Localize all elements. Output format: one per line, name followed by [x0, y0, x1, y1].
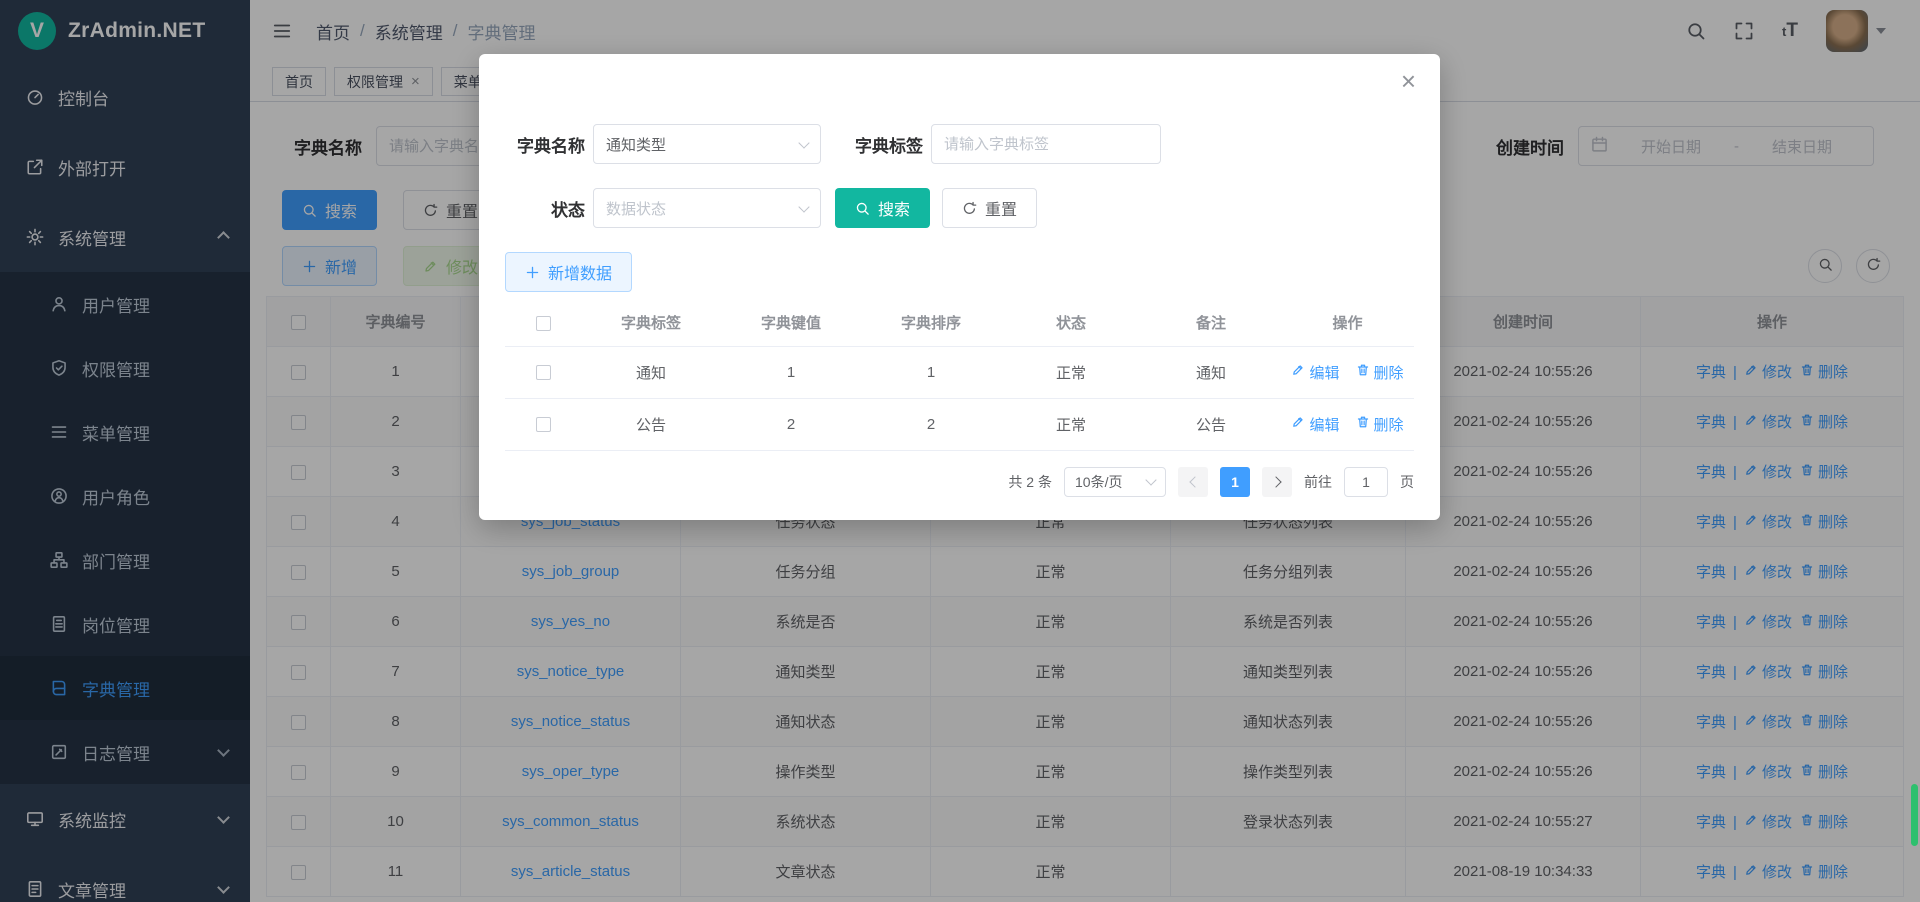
modal-reset-button[interactable]: 重置	[942, 188, 1037, 228]
label-cell: 通知	[581, 346, 721, 398]
dict-label-input[interactable]	[931, 124, 1161, 164]
chevron-down-icon	[798, 201, 809, 212]
edit-row-link[interactable]: 编辑	[1291, 414, 1339, 435]
actions-cell: 编辑删除	[1281, 398, 1414, 450]
button-label: 重置	[985, 196, 1017, 220]
modal-table-row: 公告 2 2 正常 公告 编辑删除	[505, 398, 1414, 450]
plus-icon	[525, 265, 540, 280]
actions-cell: 编辑删除	[1281, 346, 1414, 398]
column-header: 操作	[1281, 300, 1414, 346]
modal-status-label: 状态	[505, 196, 585, 221]
modal-filter-row-1: 字典名称 通知类型 字典标签	[505, 54, 1414, 164]
modal-table-row: 通知 1 1 正常 通知 编辑删除	[505, 346, 1414, 398]
modal-search-button[interactable]: 搜索	[835, 188, 930, 228]
delete-row-link[interactable]: 删除	[1356, 414, 1404, 435]
prev-page-button[interactable]	[1178, 467, 1208, 497]
dict-name-select[interactable]: 通知类型	[593, 124, 821, 164]
trash-icon	[1356, 415, 1370, 433]
button-label: 新增数据	[548, 260, 612, 284]
remark-cell: 通知	[1141, 346, 1281, 398]
button-label: 搜索	[878, 196, 910, 220]
page-size-select[interactable]: 10条/页	[1064, 467, 1166, 497]
search-icon	[855, 201, 870, 216]
status-cell: 正常	[1001, 398, 1141, 450]
row-checkbox[interactable]	[536, 417, 551, 432]
modal-dict-name-label: 字典名称	[505, 132, 585, 157]
label-cell: 公告	[581, 398, 721, 450]
close-icon[interactable]: ×	[1401, 68, 1416, 94]
dict-data-table: 字典标签字典键值字典排序状态备注操作 通知 1 1 正常 通知 编辑删除 公告 …	[505, 300, 1414, 451]
next-page-button[interactable]	[1262, 467, 1292, 497]
edit-icon	[1291, 363, 1305, 381]
row-checkbox[interactable]	[536, 365, 551, 380]
total-count: 共 2 条	[1008, 472, 1052, 492]
current-page[interactable]: 1	[1220, 467, 1250, 497]
column-header: 字典排序	[861, 300, 1001, 346]
goto-page-input[interactable]	[1344, 467, 1388, 497]
modal-filter-row-2: 状态 数据状态 搜索 重置	[505, 188, 1414, 228]
status-cell: 正常	[1001, 346, 1141, 398]
select-placeholder: 数据状态	[606, 198, 666, 219]
column-header: 备注	[1141, 300, 1281, 346]
page-size-value: 10条/页	[1075, 472, 1122, 492]
value-cell: 2	[721, 398, 861, 450]
scrollbar-thumb[interactable]	[1911, 784, 1918, 846]
modal-table-header-row: 字典标签字典键值字典排序状态备注操作	[505, 300, 1414, 346]
column-header: 状态	[1001, 300, 1141, 346]
chevron-down-icon	[1145, 474, 1156, 485]
pagination: 共 2 条 10条/页 1 前往 页	[505, 467, 1414, 497]
column-header: 字典键值	[721, 300, 861, 346]
select-all-checkbox[interactable]	[536, 316, 551, 331]
trash-icon	[1356, 363, 1370, 381]
select-value: 通知类型	[606, 134, 666, 155]
column-header: 字典标签	[581, 300, 721, 346]
edit-icon	[1291, 415, 1305, 433]
chevron-left-icon	[1189, 476, 1200, 487]
sort-cell: 1	[861, 346, 1001, 398]
chevron-right-icon	[1270, 476, 1281, 487]
remark-cell: 公告	[1141, 398, 1281, 450]
dict-data-modal: × 字典名称 通知类型 字典标签 状态 数据状态 搜索 重置 新增数据	[479, 54, 1440, 520]
modal-filter-buttons: 搜索 重置	[835, 188, 1037, 228]
edit-row-link[interactable]: 编辑	[1291, 362, 1339, 383]
chevron-down-icon	[798, 137, 809, 148]
page-unit: 页	[1400, 472, 1414, 492]
delete-row-link[interactable]: 删除	[1356, 362, 1404, 383]
refresh-icon	[962, 201, 977, 216]
status-select[interactable]: 数据状态	[593, 188, 821, 228]
goto-label: 前往	[1304, 472, 1332, 492]
value-cell: 1	[721, 346, 861, 398]
modal-dict-label-label: 字典标签	[827, 132, 923, 157]
sort-cell: 2	[861, 398, 1001, 450]
add-data-button[interactable]: 新增数据	[505, 252, 632, 292]
